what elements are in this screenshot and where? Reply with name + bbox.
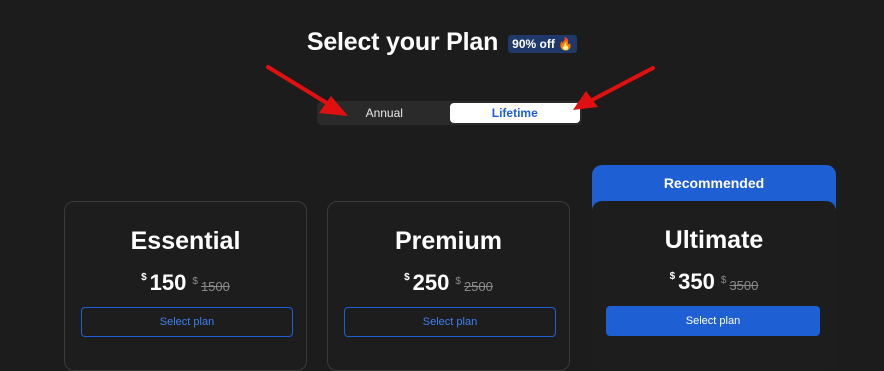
old-currency-symbol: $ bbox=[192, 276, 198, 287]
old-currency-symbol: $ bbox=[455, 276, 461, 287]
currency-symbol: $ bbox=[141, 272, 147, 283]
currency-symbol: $ bbox=[404, 272, 410, 283]
plan-name: Premium bbox=[395, 227, 502, 255]
recommended-ribbon: Recommended bbox=[663, 175, 765, 191]
recommended-wrapper: Recommended Ultimate $ 350 $ 3500 Select… bbox=[592, 165, 836, 371]
page-title: Select your Plan bbox=[306, 28, 499, 56]
old-price-amount: 3500 bbox=[729, 278, 759, 293]
annotation-arrow-right bbox=[573, 66, 655, 110]
old-price-amount: 1500 bbox=[200, 279, 230, 294]
price-amount: 250 bbox=[412, 270, 450, 295]
plan-name: Ultimate bbox=[664, 226, 764, 254]
price-amount: 350 bbox=[678, 269, 715, 294]
plan-card-ultimate: Ultimate $ 350 $ 3500 Select plan bbox=[592, 201, 836, 371]
discount-badge-text: 90% off bbox=[512, 36, 555, 51]
select-plan-button-essential[interactable]: Select plan bbox=[81, 307, 293, 337]
price-amount: 150 bbox=[149, 270, 187, 295]
plan-card-essential: Essential $ 150 $ 1500 Select plan bbox=[64, 201, 307, 371]
plan-price: $ 150 $ 1500 bbox=[65, 270, 306, 296]
select-plan-button-ultimate[interactable]: Select plan bbox=[606, 306, 820, 336]
old-currency-symbol: $ bbox=[720, 275, 727, 286]
toggle-option-annual[interactable]: Annual bbox=[319, 103, 450, 123]
plan-name: Essential bbox=[130, 227, 241, 255]
toggle-option-lifetime[interactable]: Lifetime bbox=[449, 103, 580, 123]
plan-price: $ 350 $ 3500 bbox=[592, 269, 836, 295]
billing-toggle: Annual Lifetime bbox=[317, 101, 582, 125]
select-plan-button-premium[interactable]: Select plan bbox=[344, 307, 556, 337]
old-price-amount: 2500 bbox=[463, 279, 493, 294]
currency-symbol: $ bbox=[669, 271, 676, 282]
header: Select your Plan 90% off 🔥 bbox=[0, 28, 884, 57]
plan-card-premium: Premium $ 250 $ 2500 Select plan bbox=[327, 201, 570, 371]
discount-badge: 90% off 🔥 bbox=[508, 34, 578, 53]
fire-icon: 🔥 bbox=[558, 36, 574, 51]
plan-price: $ 250 $ 2500 bbox=[328, 270, 569, 296]
